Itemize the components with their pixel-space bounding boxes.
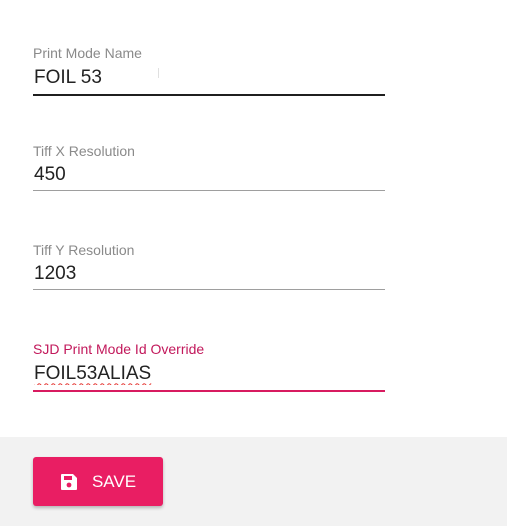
tiff-x-resolution-field: Tiff X Resolution [33, 143, 385, 191]
print-mode-name-label: Print Mode Name [33, 45, 142, 61]
sjd-print-mode-id-override-field: SJD Print Mode Id Override [33, 341, 385, 392]
print-mode-form: Print Mode Name Tiff X Resolution Tiff Y… [0, 0, 507, 437]
tiff-y-resolution-input[interactable] [33, 258, 385, 290]
save-button[interactable]: SAVE [33, 457, 163, 506]
mouse-cursor-icon [158, 68, 159, 78]
tiff-y-resolution-label: Tiff Y Resolution [33, 242, 135, 258]
tiff-x-resolution-input[interactable] [33, 159, 385, 191]
sjd-print-mode-id-override-label: SJD Print Mode Id Override [33, 341, 205, 357]
tiff-y-resolution-field: Tiff Y Resolution [33, 242, 385, 290]
tiff-x-resolution-label: Tiff X Resolution [33, 143, 135, 159]
sjd-print-mode-id-override-input[interactable] [33, 357, 385, 392]
floppy-disk-icon [60, 473, 77, 490]
print-mode-name-input[interactable] [33, 61, 385, 96]
print-mode-name-field: Print Mode Name [33, 45, 385, 96]
form-action-bar: SAVE [0, 437, 507, 526]
save-button-label: SAVE [91, 471, 137, 491]
